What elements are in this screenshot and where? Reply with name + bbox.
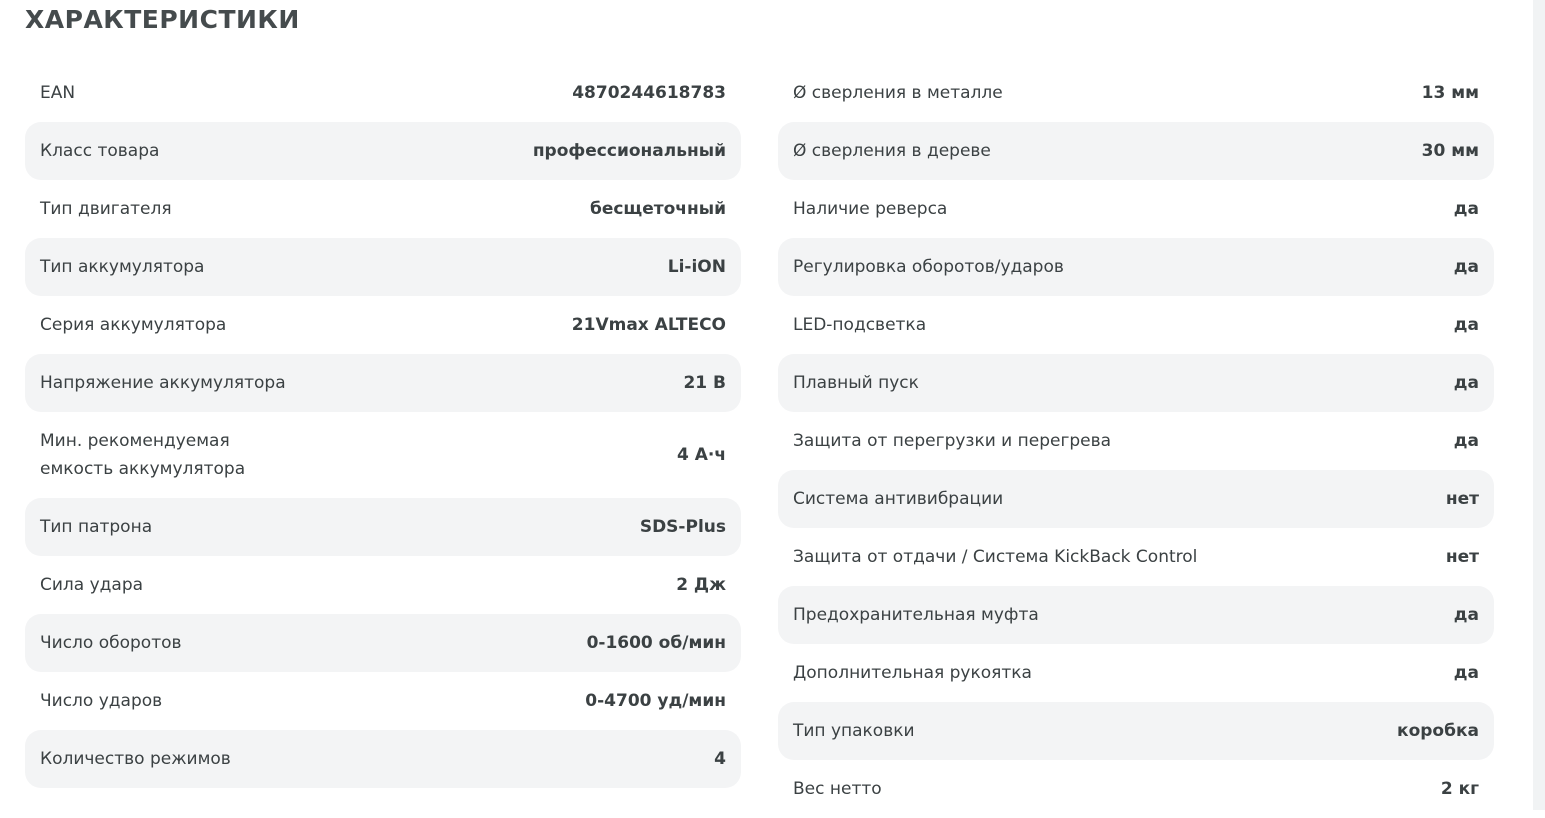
- specs-column-left: EAN 4870244618783 Класс товара профессио…: [25, 64, 741, 788]
- spec-label: Плавный пуск: [793, 373, 919, 393]
- spec-value: да: [1453, 315, 1479, 335]
- spec-row-kickback-control: Защита от отдачи / Система KickBack Cont…: [778, 528, 1494, 586]
- spec-value: коробка: [1397, 721, 1479, 741]
- spec-label: Тип двигателя: [40, 199, 172, 219]
- spec-row-battery-voltage: Напряжение аккумулятора 21 В: [25, 354, 741, 412]
- spec-label: LED-подсветка: [793, 315, 927, 335]
- spec-label: Количество режимов: [40, 749, 231, 769]
- spec-value: профессиональный: [532, 141, 726, 161]
- spec-row-battery-type: Тип аккумулятора Li-iON: [25, 238, 741, 296]
- spec-label: Напряжение аккумулятора: [40, 373, 286, 393]
- scrollbar-track[interactable]: [1533, 0, 1545, 810]
- spec-value: да: [1453, 373, 1479, 393]
- spec-value: 0-1600 об/мин: [586, 633, 726, 653]
- spec-value: 4: [714, 749, 726, 769]
- spec-row-wood-drill-diameter: Ø сверления в дереве 30 мм: [778, 122, 1494, 180]
- spec-row-ean: EAN 4870244618783: [25, 64, 741, 122]
- spec-row-soft-start: Плавный пуск да: [778, 354, 1494, 412]
- spec-value: Li-iON: [667, 257, 726, 277]
- spec-label: Ø сверления в дереве: [793, 141, 991, 161]
- spec-label: Защита от отдачи / Система KickBack Cont…: [793, 547, 1198, 567]
- spec-label: Защита от перегрузки и перегрева: [793, 431, 1112, 451]
- spec-label: Предохранительная муфта: [793, 605, 1039, 625]
- spec-label: Тип патрона: [40, 517, 153, 537]
- spec-value: да: [1453, 663, 1479, 683]
- spec-value: 4 А·ч: [676, 445, 726, 465]
- spec-row-metal-drill-diameter: Ø сверления в металле 13 мм: [778, 64, 1494, 122]
- spec-row-product-class: Класс товара профессиональный: [25, 122, 741, 180]
- spec-row-battery-capacity: Мин. рекомендуемая емкость аккумулятора …: [25, 412, 741, 498]
- spec-value: 21Vmax ALTECO: [571, 315, 726, 335]
- spec-value: нет: [1445, 489, 1479, 509]
- spec-label: Регулировка оборотов/ударов: [793, 257, 1064, 277]
- spec-row-package-type: Тип упаковки коробка: [778, 702, 1494, 760]
- spec-value: да: [1453, 199, 1479, 219]
- spec-value: 21 В: [683, 373, 726, 393]
- spec-row-speed-control: Регулировка оборотов/ударов да: [778, 238, 1494, 296]
- spec-row-chuck-type: Тип патрона SDS-Plus: [25, 498, 741, 556]
- spec-value: да: [1453, 431, 1479, 451]
- section-title: ХАРАКТЕРИСТИКИ: [25, 5, 300, 34]
- specs-column-right: Ø сверления в металле 13 мм Ø сверления …: [778, 64, 1494, 818]
- spec-row-antivibration: Система антивибрации нет: [778, 470, 1494, 528]
- spec-value: SDS-Plus: [639, 517, 726, 537]
- spec-value: 4870244618783: [572, 83, 726, 103]
- spec-value: да: [1453, 257, 1479, 277]
- spec-label: Число ударов: [40, 691, 163, 711]
- spec-row-led-light: LED-подсветка да: [778, 296, 1494, 354]
- spec-label: Серия аккумулятора: [40, 315, 227, 335]
- spec-label: Дополнительная рукоятка: [793, 663, 1032, 683]
- spec-value: 2 кг: [1440, 779, 1479, 799]
- spec-row-net-weight: Вес нетто 2 кг: [778, 760, 1494, 818]
- spec-row-motor-type: Тип двигателя бесщеточный: [25, 180, 741, 238]
- spec-row-safety-clutch: Предохранительная муфта да: [778, 586, 1494, 644]
- spec-row-reverse: Наличие реверса да: [778, 180, 1494, 238]
- spec-label: Тип упаковки: [793, 721, 915, 741]
- spec-value: 0-4700 уд/мин: [585, 691, 726, 711]
- spec-value: бесщеточный: [589, 199, 726, 219]
- spec-row-rpm: Число оборотов 0-1600 об/мин: [25, 614, 741, 672]
- spec-row-modes-count: Количество режимов 4: [25, 730, 741, 788]
- spec-label: Сила удара: [40, 575, 144, 595]
- spec-value: 2 Дж: [676, 575, 726, 595]
- spec-row-auxiliary-handle: Дополнительная рукоятка да: [778, 644, 1494, 702]
- spec-row-impact-energy: Сила удара 2 Дж: [25, 556, 741, 614]
- spec-value: 13 мм: [1421, 83, 1479, 103]
- spec-row-impact-rate: Число ударов 0-4700 уд/мин: [25, 672, 741, 730]
- spec-value: да: [1453, 605, 1479, 625]
- spec-label: Тип аккумулятора: [40, 257, 205, 277]
- spec-label: EAN: [40, 83, 76, 103]
- spec-value: 30 мм: [1421, 141, 1479, 161]
- spec-row-overload-protection: Защита от перегрузки и перегрева да: [778, 412, 1494, 470]
- spec-label: Вес нетто: [793, 779, 882, 799]
- spec-value: нет: [1445, 547, 1479, 567]
- spec-label: Мин. рекомендуемая емкость аккумулятора: [40, 431, 246, 479]
- spec-row-battery-series: Серия аккумулятора 21Vmax ALTECO: [25, 296, 741, 354]
- spec-label: Класс товара: [40, 141, 160, 161]
- spec-label: Система антивибрации: [793, 489, 1004, 509]
- spec-label: Ø сверления в металле: [793, 83, 1003, 103]
- spec-label: Число оборотов: [40, 633, 182, 653]
- spec-label: Наличие реверса: [793, 199, 948, 219]
